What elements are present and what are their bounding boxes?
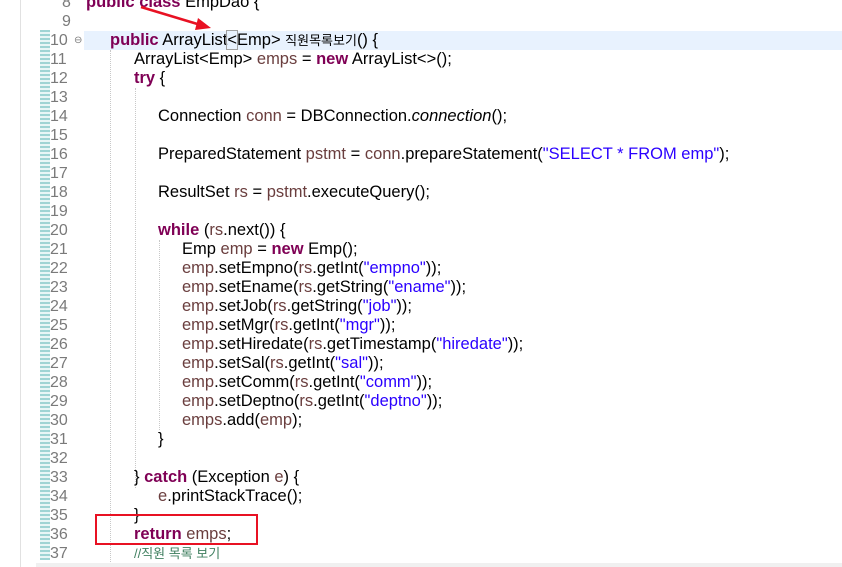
code-editor[interactable]: 8 public class EmpDao {9 10 ⊖ public ArrayLi… [0,0,842,567]
annotation-highlight-box [95,514,258,545]
annotation-arrow [140,5,211,30]
